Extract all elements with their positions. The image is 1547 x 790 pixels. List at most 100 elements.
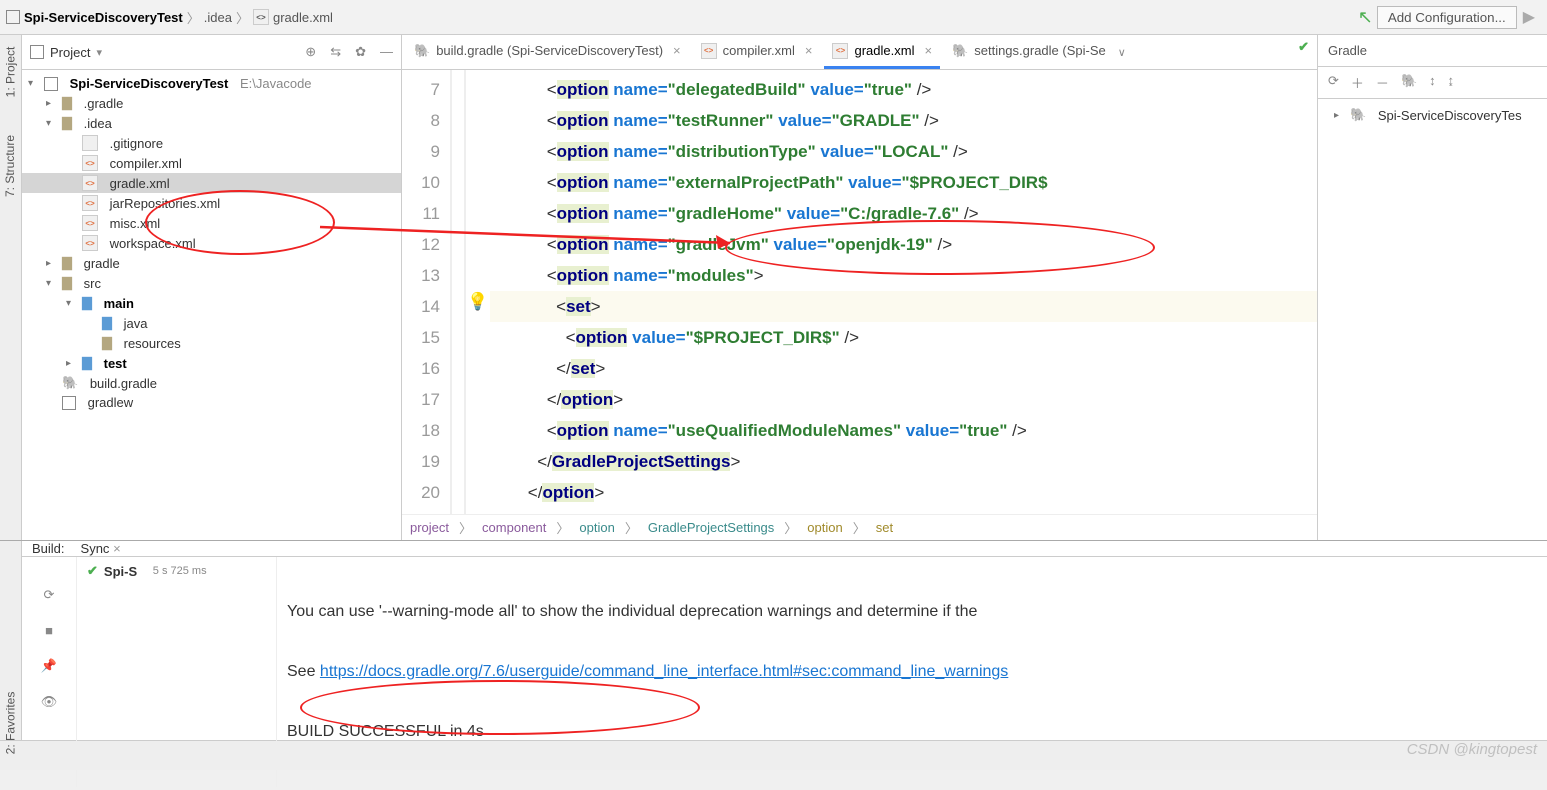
editor: 🐘build.gradle (Spi-ServiceDiscoveryTest)…	[402, 35, 1317, 540]
fold-strip[interactable]	[452, 70, 466, 514]
tree-node-gradle2[interactable]: ▸▇ gradle	[22, 253, 401, 273]
favorites-tool-tab[interactable]: 2: Favorites	[4, 692, 18, 755]
chevron-right-icon: 〉	[236, 8, 249, 27]
path-seg[interactable]: option	[579, 520, 614, 535]
gradle-icon[interactable]: 🐘	[1401, 73, 1417, 92]
collapse-icon[interactable]: ⇆	[330, 44, 341, 60]
project-panel-title[interactable]: Project	[50, 45, 90, 60]
folder-icon: ▇	[82, 355, 92, 371]
close-icon[interactable]: ×	[801, 43, 813, 58]
tree-node-misc[interactable]: <> misc.xml	[22, 213, 401, 233]
structure-path-bar: project〉 component〉 option〉 GradleProjec…	[402, 514, 1317, 540]
folder-icon: ▇	[102, 335, 112, 351]
path-seg[interactable]: set	[876, 520, 893, 535]
project-view-icon	[30, 45, 44, 59]
build-panel: 2: Favorites Build: Sync × ⟳ ■ 📌 👁 ✔ Spi…	[0, 540, 1547, 740]
tab-build-gradle[interactable]: 🐘build.gradle (Spi-ServiceDiscoveryTest)…	[406, 35, 689, 69]
structure-tool-tab[interactable]: 7: Structure	[4, 135, 18, 197]
folder-icon: ▇	[102, 315, 112, 331]
path-seg[interactable]: GradleProjectSettings	[648, 520, 774, 535]
tree-node-src[interactable]: ▾▇ src	[22, 273, 401, 293]
gradle-root[interactable]: ▸🐘 Spi-ServiceDiscoveryTes	[1328, 105, 1537, 125]
chevron-right-icon: 〉	[187, 8, 200, 27]
path-seg[interactable]: component	[482, 520, 546, 535]
collapse-icon[interactable]: ↨	[1448, 73, 1455, 92]
tree-node-gradle-dir[interactable]: ▸▇ .gradle	[22, 93, 401, 113]
xml-file-icon: <>	[82, 155, 98, 171]
xml-file-icon: <>	[82, 215, 98, 231]
build-task[interactable]: ✔ Spi-S 5 s 725 ms	[77, 557, 276, 585]
gradle-icon: 🐘	[1350, 107, 1366, 123]
expand-icon[interactable]: ↕	[1429, 73, 1436, 92]
plus-icon[interactable]: ＋	[1351, 73, 1364, 92]
output-line: You can use '--warning-mode all' to show…	[287, 603, 977, 620]
tree-node-java[interactable]: ▇ java	[22, 313, 401, 333]
close-icon[interactable]: ×	[920, 43, 932, 58]
docs-link[interactable]: https://docs.gradle.org/7.6/userguide/co…	[320, 663, 1008, 680]
tree-node-workspace[interactable]: <> workspace.xml	[22, 233, 401, 253]
folder-icon: ▇	[82, 295, 92, 311]
path-seg[interactable]: project	[410, 520, 449, 535]
build-hammer-icon[interactable]: ↖	[1358, 7, 1373, 28]
stop-icon[interactable]: ■	[45, 623, 53, 638]
project-tree[interactable]: ▾ Spi-ServiceDiscoveryTest E:\Javacode ▸…	[22, 70, 401, 540]
hide-icon[interactable]: —	[380, 44, 393, 60]
refresh-icon[interactable]: ⟳	[1328, 73, 1339, 92]
add-configuration-button[interactable]: Add Configuration...	[1377, 6, 1517, 29]
rerun-icon[interactable]: ⟳	[44, 587, 55, 603]
tree-node-gradlew[interactable]: gradlew	[22, 393, 401, 412]
tree-node-buildgradle[interactable]: 🐘 build.gradle	[22, 373, 401, 393]
line-gutter: 7891011121314151617181920	[402, 70, 452, 514]
folder-icon: ▇	[62, 275, 72, 291]
folder-icon: ▇	[62, 255, 72, 271]
gradle-icon: 🐘	[952, 43, 968, 59]
module-icon	[44, 77, 58, 91]
tab-compiler[interactable]: <>compiler.xml×	[693, 35, 821, 69]
minus-icon[interactable]: －	[1376, 73, 1389, 92]
xml-file-icon: <>	[82, 235, 98, 251]
close-icon[interactable]: ×	[669, 43, 681, 58]
project-icon	[6, 10, 20, 24]
settings-gear-icon[interactable]: ✿	[355, 44, 366, 60]
pin-icon[interactable]: 📌	[41, 658, 57, 674]
tab-gradle-xml[interactable]: <>gradle.xml×	[824, 35, 940, 69]
tab-settings-gradle[interactable]: 🐘settings.gradle (Spi-Se	[944, 35, 1114, 69]
breadcrumb: Spi-ServiceDiscoveryTest 〉 .idea 〉 <> gr…	[6, 8, 1358, 27]
tree-node-compiler[interactable]: <> compiler.xml	[22, 153, 401, 173]
tree-node-main[interactable]: ▾▇ main	[22, 293, 401, 313]
xml-file-icon: <>	[701, 43, 717, 59]
crumb-idea[interactable]: .idea	[204, 10, 232, 25]
build-tab-label: Build:	[32, 541, 65, 556]
xml-file-icon: <>	[832, 43, 848, 59]
folder-icon: ▇	[62, 95, 72, 111]
left-tool-strip: 1: Project 7: Structure	[0, 35, 22, 540]
chevron-down-icon[interactable]: ▾	[96, 46, 102, 59]
file-icon	[82, 135, 98, 151]
tree-node-test[interactable]: ▸▇ test	[22, 353, 401, 373]
output-line: BUILD SUCCESSFUL in 4s	[287, 723, 484, 740]
tree-node-jarrepos[interactable]: <> jarRepositories.xml	[22, 193, 401, 213]
crumb-project[interactable]: Spi-ServiceDiscoveryTest	[24, 10, 183, 25]
run-button-icon[interactable]: ▶	[1517, 7, 1541, 27]
eye-icon[interactable]: 👁	[41, 694, 58, 710]
locate-icon[interactable]: ⊕	[305, 44, 316, 60]
favorites-strip: 2: Favorites	[0, 541, 22, 740]
build-tab-sync[interactable]: Sync ×	[81, 541, 121, 556]
path-seg[interactable]: option	[807, 520, 842, 535]
ok-check-icon: ✔	[1298, 39, 1309, 55]
file-icon	[62, 396, 76, 410]
top-breadcrumb-bar: Spi-ServiceDiscoveryTest 〉 .idea 〉 <> gr…	[0, 0, 1547, 35]
code-body[interactable]: <option name="delegatedBuild" value="tru…	[490, 70, 1317, 514]
code-area[interactable]: 7891011121314151617181920 💡 <option name…	[402, 70, 1317, 514]
tree-node-gitignore[interactable]: .gitignore	[22, 133, 401, 153]
tree-node-gradlexml[interactable]: <> gradle.xml	[22, 173, 401, 193]
more-tabs-icon[interactable]: ∨	[1118, 46, 1126, 59]
crumb-file[interactable]: gradle.xml	[273, 10, 333, 25]
tree-node-idea-dir[interactable]: ▾▇ .idea	[22, 113, 401, 133]
output-line: See	[287, 663, 320, 680]
bulb-icon[interactable]: 💡	[467, 292, 488, 514]
tree-root[interactable]: ▾ Spi-ServiceDiscoveryTest E:\Javacode	[22, 74, 401, 93]
tree-node-resources[interactable]: ▇ resources	[22, 333, 401, 353]
project-tool-tab[interactable]: 1: Project	[4, 47, 18, 98]
build-output[interactable]: You can use '--warning-mode all' to show…	[277, 557, 1547, 787]
